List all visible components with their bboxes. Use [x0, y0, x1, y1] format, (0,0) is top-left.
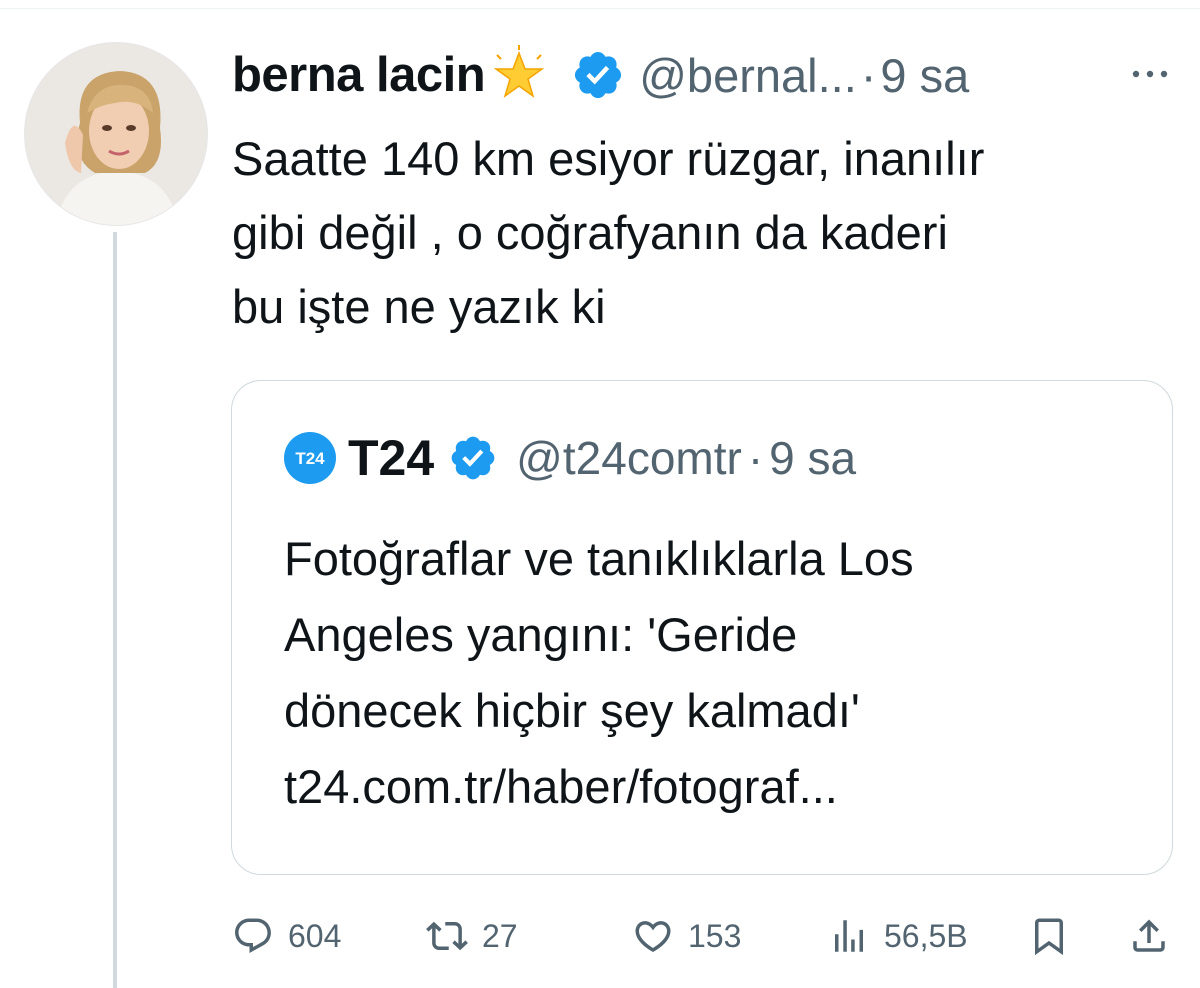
views-count: 56,5B	[884, 917, 968, 954]
t24-logo-avatar[interactable]: T24	[284, 432, 336, 484]
quoted-text-line: Fotoğraflar ve tanıklıklarla Los	[284, 532, 914, 585]
tweet-time[interactable]: 9 sa	[880, 48, 969, 103]
tweet-actions-bar: 604 27 153 56,5B	[232, 908, 1172, 964]
quoted-author-name[interactable]: T24	[348, 429, 434, 487]
repost-count: 27	[482, 917, 518, 954]
like-button[interactable]: 153	[632, 908, 741, 964]
thread-line	[113, 232, 117, 988]
views-chart-icon	[835, 920, 863, 952]
reply-button[interactable]: 604	[232, 908, 341, 964]
tweet-header: berna lacin @bernal... · 9 sa	[232, 40, 1172, 110]
separator-dot: ·	[860, 48, 877, 102]
quoted-tweet-card[interactable]: T24 T24 @t24comtr · 9 sa Fotoğraflar ve …	[231, 380, 1173, 875]
quoted-text-line: dönecek hiçbir şey kalmadı'	[284, 684, 860, 737]
reply-icon	[235, 918, 271, 953]
top-divider	[0, 8, 1200, 9]
quoted-link[interactable]: t24.com.tr/haber/fotograf...	[284, 749, 1144, 825]
verified-badge-icon[interactable]	[448, 433, 498, 483]
repost-icon	[426, 921, 468, 951]
tweet-text-line: Saatte 140 km esiyor rüzgar, inanılır	[232, 132, 985, 185]
tweet-text: Saatte 140 km esiyor rüzgar, inanılır gi…	[232, 122, 1182, 344]
quoted-author-handle[interactable]: @t24comtr	[516, 431, 742, 485]
bookmark-icon	[1035, 918, 1063, 956]
quoted-tweet-text: Fotoğraflar ve tanıklıklarla Los Angeles…	[284, 521, 1144, 825]
like-count: 153	[688, 917, 742, 954]
more-options-icon[interactable]	[1128, 54, 1172, 94]
author-name[interactable]: berna lacin	[232, 47, 486, 103]
tweet-text-line: gibi değil , o coğrafyanın da kaderi	[232, 206, 948, 259]
reply-count: 604	[288, 917, 342, 954]
tweet-text-line: bu işte ne yazık ki	[232, 280, 606, 333]
repost-button[interactable]: 27	[426, 908, 518, 964]
share-icon	[1133, 919, 1165, 952]
separator-dot: ·	[747, 432, 764, 484]
views-button[interactable]: 56,5B	[828, 908, 968, 964]
share-button[interactable]	[1128, 908, 1170, 964]
quoted-tweet-time[interactable]: 9 sa	[769, 431, 856, 485]
bookmark-button[interactable]	[1028, 908, 1070, 964]
verified-badge-icon[interactable]	[571, 48, 625, 102]
author-handle[interactable]: @bernal...	[639, 48, 857, 103]
svg-text:T24: T24	[295, 449, 325, 468]
glowing-star-icon	[493, 45, 545, 98]
quoted-tweet-header: T24 T24 @t24comtr · 9 sa	[284, 423, 856, 493]
avatar[interactable]	[24, 42, 208, 226]
quoted-text-line: Angeles yangını: 'Geride	[284, 608, 798, 661]
heart-icon	[635, 921, 671, 953]
